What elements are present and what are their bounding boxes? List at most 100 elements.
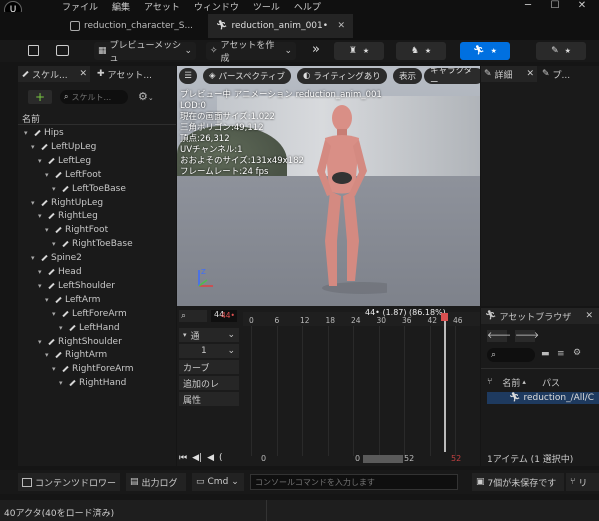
- revision-button[interactable]: ⑂ リ: [566, 473, 599, 491]
- menu-help[interactable]: ヘルプ: [294, 0, 321, 13]
- step-back-icon[interactable]: ◀︎|: [192, 453, 202, 463]
- perspective-button[interactable]: ◈ パースペクティブ: [203, 68, 292, 84]
- bone-item[interactable]: ▾ RightUpLeg: [31, 196, 103, 210]
- bone-item[interactable]: ▾ LeftForeArm: [52, 307, 127, 321]
- expand-arrow-icon[interactable]: ▾: [59, 324, 66, 332]
- viewport-menu-button[interactable]: ☰: [179, 68, 197, 84]
- skeleton-mode-button[interactable]: ♜ ★: [334, 42, 384, 60]
- curve-track[interactable]: カーブ: [179, 360, 239, 374]
- character-button[interactable]: キャラクター: [424, 68, 480, 84]
- range-scrollbar[interactable]: [363, 455, 403, 463]
- expand-arrow-icon[interactable]: ▾: [52, 185, 59, 193]
- save-icon[interactable]: [28, 45, 39, 56]
- viewport[interactable]: ☰ ◈ パースペクティブ ◐ ライティングあり 表示 キャラクター プレビュー中…: [177, 66, 480, 306]
- forward-arrow-icon[interactable]: 🡒: [515, 330, 539, 342]
- expand-arrow-icon[interactable]: ▾: [38, 282, 45, 290]
- timeline-search[interactable]: ⌕: [179, 310, 207, 322]
- expand-arrow-icon[interactable]: ▾: [24, 129, 31, 137]
- asset-search-box[interactable]: ⌕: [487, 348, 535, 362]
- close-tab-icon[interactable]: ✕: [526, 69, 534, 79]
- folder-icon[interactable]: ▬: [541, 349, 550, 359]
- bone-item[interactable]: ▾ LeftFoot: [45, 168, 101, 182]
- back-arrow-icon[interactable]: 🡐: [487, 330, 511, 342]
- output-log-button[interactable]: ▤ 出力ログ: [126, 473, 186, 491]
- close-tab-icon[interactable]: ✕: [79, 69, 87, 79]
- menu-tools[interactable]: ツール: [253, 0, 280, 13]
- expand-arrow-icon[interactable]: ▾: [59, 379, 66, 387]
- expand-arrow-icon[interactable]: ▾: [31, 143, 38, 151]
- notify-track[interactable]: ▾ 通 ⌄: [179, 328, 239, 342]
- bone-item[interactable]: ▾ LeftLeg: [38, 154, 91, 168]
- asset-row[interactable]: 🏃︎ reduction_/All/C: [487, 392, 599, 404]
- menu-window[interactable]: ウィンドウ: [194, 0, 239, 13]
- settings-gear-icon[interactable]: ⚙: [573, 348, 581, 358]
- play-reverse-icon[interactable]: ◀︎: [207, 453, 214, 463]
- expand-arrow-icon[interactable]: ▾: [45, 296, 52, 304]
- more-tools-button[interactable]: »: [312, 42, 320, 57]
- expand-arrow-icon[interactable]: ▾: [38, 157, 45, 165]
- preview-mesh-button[interactable]: ▦ プレビューメッシュ ⌄: [94, 41, 196, 64]
- animation-mode-button[interactable]: 🏃︎ ★: [460, 42, 510, 60]
- expand-arrow-icon[interactable]: ▾: [31, 254, 38, 262]
- content-drawer-button[interactable]: コンテンツドロワー: [18, 473, 120, 491]
- bone-item[interactable]: ▾ RightLeg: [38, 209, 98, 223]
- expand-arrow-icon[interactable]: ▾: [52, 310, 59, 318]
- show-button[interactable]: 表示: [393, 68, 423, 84]
- settings-gear-icon[interactable]: ⚙⌄: [138, 90, 154, 103]
- bone-item[interactable]: ▾ Spine2: [31, 251, 82, 265]
- expand-arrow-icon[interactable]: ▾: [52, 240, 59, 248]
- bone-item[interactable]: ▾ Head: [38, 265, 82, 279]
- loop-icon[interactable]: (: [219, 453, 223, 463]
- expand-arrow-icon[interactable]: ▾: [45, 351, 52, 359]
- unsaved-button[interactable]: ▣ 7個が未保存です: [472, 473, 564, 491]
- bone-item[interactable]: ▾ LeftArm: [45, 293, 100, 307]
- bone-item[interactable]: ▾ RightForeArm: [52, 362, 134, 376]
- bone-item[interactable]: ▾ RightFoot: [45, 223, 108, 237]
- search-input[interactable]: [71, 92, 122, 102]
- playhead-handle[interactable]: [441, 313, 448, 321]
- attributes-track[interactable]: 属性: [179, 392, 239, 406]
- playhead-line[interactable]: [444, 316, 446, 452]
- asset-browser-tab[interactable]: 🏃︎ アセットブラウザ ✕: [481, 308, 599, 324]
- bone-item[interactable]: ▾ RightArm: [45, 348, 107, 362]
- add-track[interactable]: 追加のレ: [179, 376, 239, 390]
- count-dropdown[interactable]: 1 ⌄: [179, 344, 239, 358]
- physics-mode-button[interactable]: ✎ ★: [536, 42, 586, 60]
- column-name[interactable]: 名前: [502, 376, 520, 389]
- console-input[interactable]: [250, 474, 458, 490]
- tab-skeleton-tree[interactable]: スケル... ✕: [18, 66, 90, 82]
- menu-file[interactable]: ファイル: [62, 0, 98, 13]
- lighting-button[interactable]: ◐ ライティングあり: [297, 68, 387, 84]
- expand-arrow-icon[interactable]: ▾: [38, 268, 45, 276]
- bone-item[interactable]: ▾ Hips: [24, 126, 64, 140]
- bone-item[interactable]: ▾ RightToeBase: [52, 237, 133, 251]
- bone-item[interactable]: ▾ LeftUpLeg: [31, 140, 96, 154]
- close-tab-icon[interactable]: ✕: [585, 311, 593, 321]
- tab-details[interactable]: ✎ 詳細 ✕: [481, 66, 537, 82]
- tab-character[interactable]: reduction_character_S...: [62, 14, 202, 38]
- expand-arrow-icon[interactable]: ▾: [45, 226, 52, 234]
- close-tab-icon[interactable]: ✕: [337, 21, 345, 31]
- expand-arrow-icon[interactable]: ▾: [45, 171, 52, 179]
- menu-asset[interactable]: アセット: [144, 0, 180, 13]
- column-path[interactable]: パス: [542, 376, 560, 389]
- tab-asset-details[interactable]: ✚ アセット...: [94, 66, 174, 82]
- bone-item[interactable]: ▾ LeftHand: [59, 321, 120, 335]
- tab-anim[interactable]: 🏃︎ reduction_anim_001• ✕: [208, 14, 353, 38]
- expand-arrow-icon[interactable]: ▾: [52, 365, 59, 373]
- filter-icon[interactable]: ≡: [557, 349, 565, 359]
- expand-arrow-icon[interactable]: ▾: [31, 199, 38, 207]
- expand-arrow-icon[interactable]: ▾: [38, 338, 45, 346]
- bone-item[interactable]: ▾ LeftShoulder: [38, 279, 115, 293]
- expand-arrow-icon[interactable]: ▾: [38, 212, 45, 220]
- skip-start-icon[interactable]: ⏮︎: [179, 453, 187, 463]
- browse-icon[interactable]: [56, 45, 69, 56]
- mesh-mode-button[interactable]: ♞ ★: [396, 42, 446, 60]
- bone-item[interactable]: ▾ RightHand: [59, 376, 126, 390]
- create-asset-button[interactable]: ✧ アセットを作成 ⌄: [206, 41, 296, 64]
- bone-item[interactable]: ▾ RightShoulder: [38, 335, 122, 349]
- search-box[interactable]: ⌕: [60, 90, 128, 104]
- tab-preview-settings[interactable]: ✎ プ...: [539, 66, 597, 82]
- bone-item[interactable]: ▾ LeftToeBase: [52, 182, 126, 196]
- menu-edit[interactable]: 編集: [112, 0, 130, 13]
